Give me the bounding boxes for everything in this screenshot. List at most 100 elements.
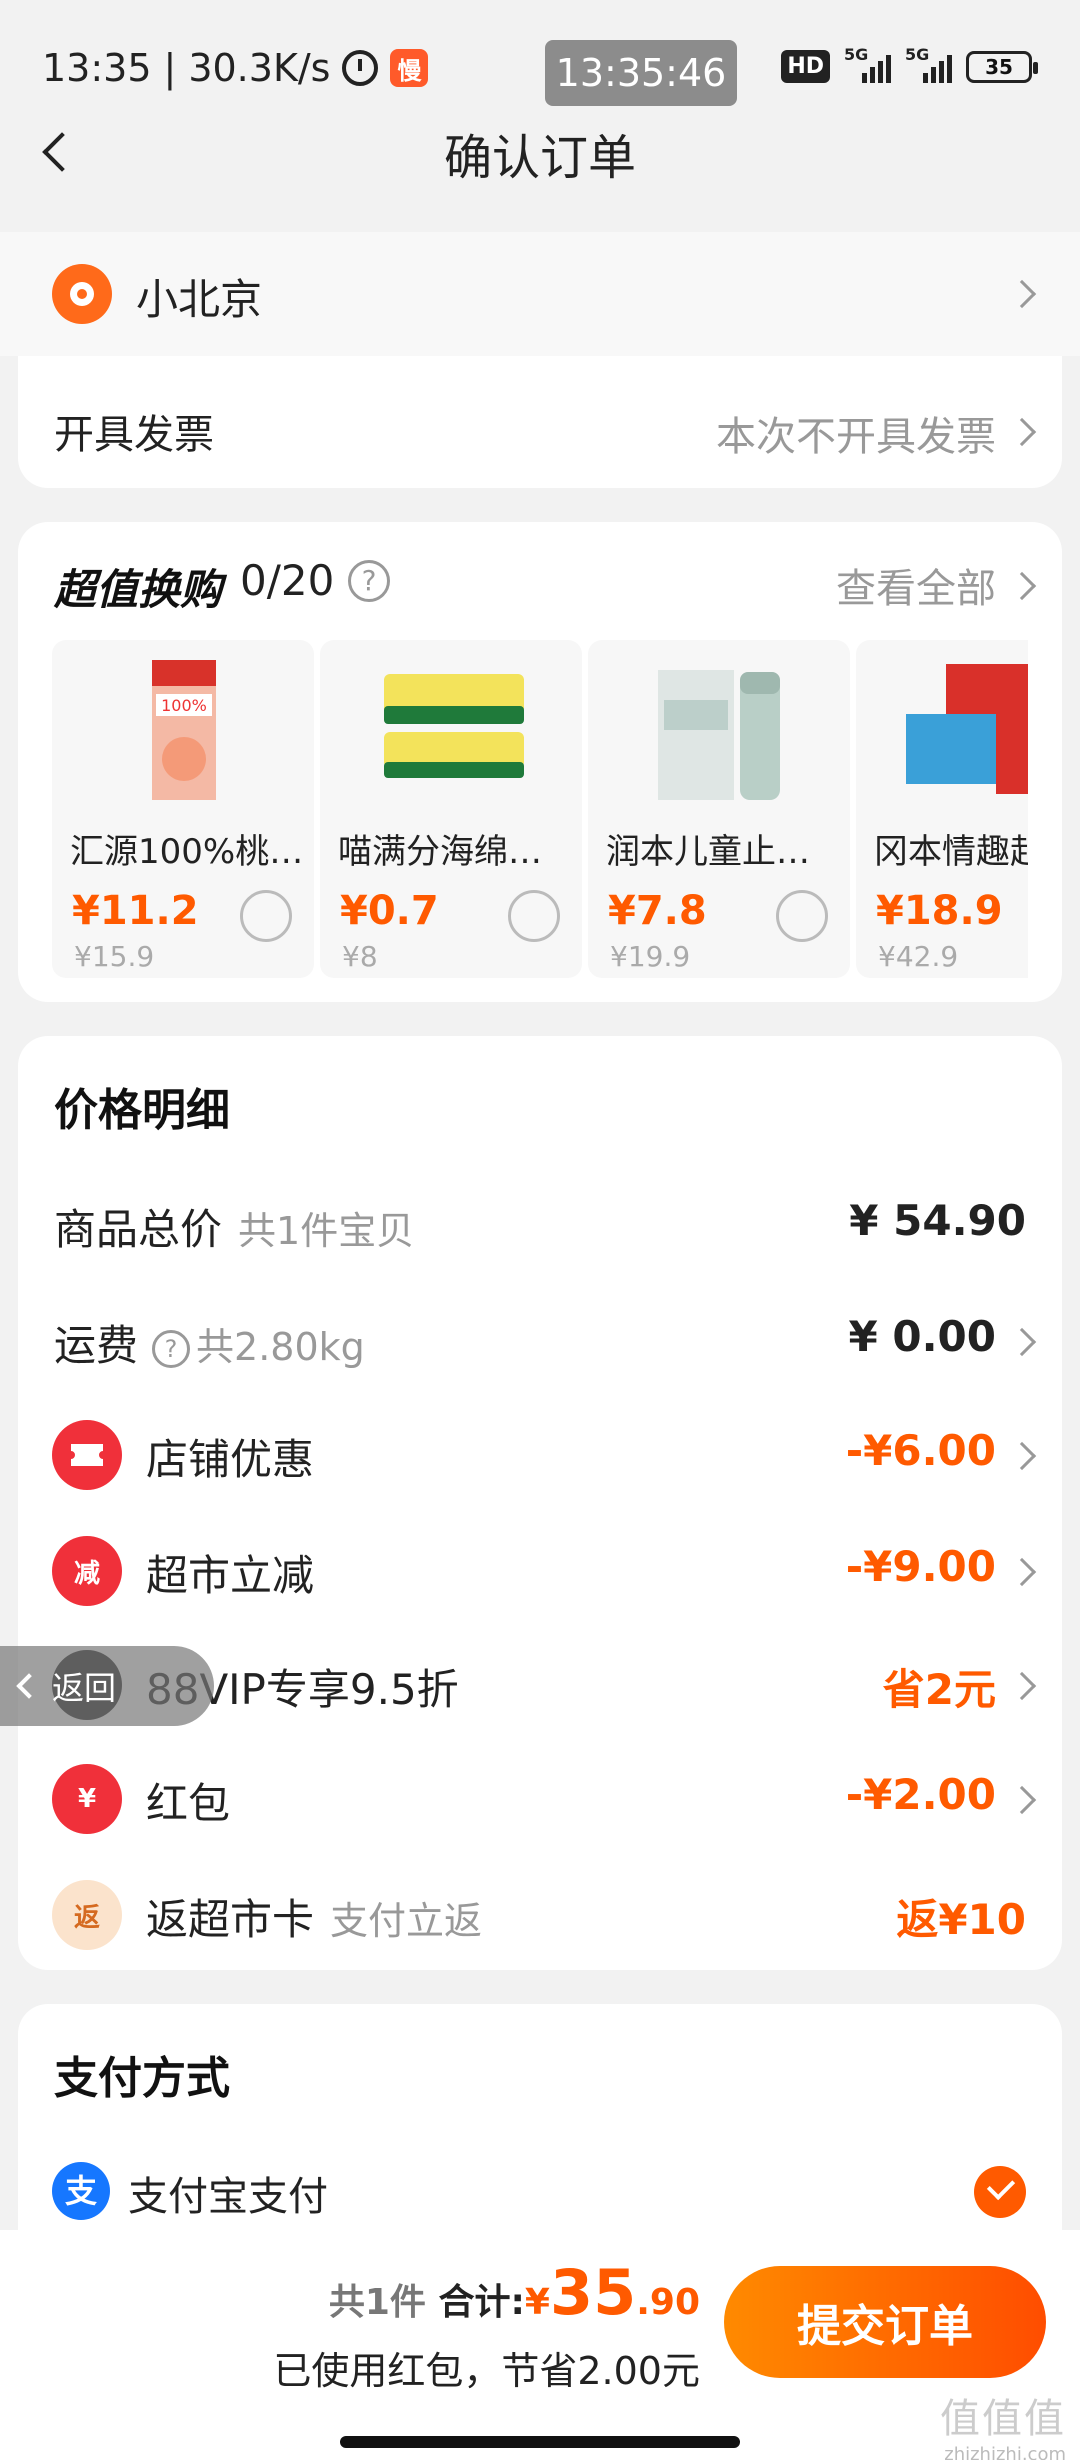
chevron-right-icon [1007, 1671, 1037, 1701]
store-discount-label: 店铺优惠 [146, 1435, 315, 1484]
chevron-right-icon [1007, 279, 1037, 309]
store-discount-row[interactable]: 店铺优惠 -¥6.00 [18, 1414, 1062, 1494]
floating-back-button[interactable]: 返回 [0, 1646, 214, 1726]
clock-overlay: 13:35:46 [545, 40, 737, 106]
red-packet-row[interactable]: ¥ 红包 -¥2.00 [18, 1758, 1062, 1838]
see-all-link[interactable]: 查看全部 [836, 556, 996, 614]
deal-item-price: ¥0.7 [340, 888, 439, 934]
help-icon[interactable]: ? [152, 1329, 191, 1368]
status-right: HD 5G 5G 35 [781, 45, 1038, 83]
market-cut-row[interactable]: 减 超市立减 -¥9.00 [18, 1530, 1062, 1610]
page-title: 确认订单 [443, 130, 636, 186]
chevron-right-icon [1007, 571, 1037, 601]
deal-item-original-price: ¥15.9 [74, 940, 155, 973]
alipay-icon: 支 [52, 2162, 110, 2220]
deal-item[interactable]: 喵满分海绵… ¥0.7 ¥8 [320, 640, 582, 978]
juice-box-icon: 100% [92, 654, 272, 804]
goods-total-label: 商品总价 [54, 1205, 223, 1254]
product-box-icon [896, 654, 1028, 804]
price-detail-card: 价格明细 商品总价 共1件宝贝 ¥ 54.90 运费? 共2.80kg ¥ 0.00… [18, 1036, 1062, 1970]
deal-item-name: 冈本情趣起 [874, 832, 1028, 872]
deal-item[interactable]: 100% 汇源100%桃… ¥11.2 ¥15.9 [52, 640, 314, 978]
chevron-right-icon [1007, 1441, 1037, 1471]
total-label: 合计: [438, 2282, 525, 2323]
deal-item-name: 喵满分海绵… [338, 832, 542, 872]
help-icon[interactable]: ? [348, 560, 390, 602]
address-card: 小北京 开具发票 本次不开具发票 [0, 232, 1080, 488]
red-packet-icon: ¥ [52, 1764, 122, 1834]
order-total: 共1件 合计:¥35.90 [329, 2256, 700, 2329]
status-time: 13:35 [42, 46, 152, 90]
saving-note: 已使用红包，节省2.00元 [273, 2349, 700, 2393]
chevron-right-icon [1007, 417, 1037, 447]
deal-item-price: ¥7.8 [608, 888, 707, 934]
signal-icon-2: 5G [905, 45, 952, 83]
bottom-bar: 共1件 合计:¥35.90 已使用红包，节省2.00元 提交订单 [0, 2230, 1080, 2460]
battery-icon: 35 [966, 50, 1038, 83]
total-decimal: .90 [636, 2282, 700, 2323]
app-badge-icon: 慢 [390, 49, 429, 87]
location-pin-icon [52, 264, 112, 324]
deal-item-name: 汇源100%桃… [70, 832, 304, 872]
cashback-icon: 返 [52, 1880, 122, 1950]
payment-method-label: 支付宝支付 [128, 2174, 328, 2220]
shipping-label: 运费 [54, 1321, 139, 1370]
sponge-icon [360, 654, 540, 804]
cashback-value: 返¥10 [896, 1895, 1026, 1944]
payment-selected-checkbox[interactable] [974, 2166, 1026, 2218]
total-integer: 35 [549, 2256, 637, 2329]
deal-item-name: 润本儿童止… [606, 832, 810, 872]
coupon-icon [52, 1420, 122, 1490]
market-cut-value: -¥9.00 [845, 1542, 996, 1591]
hd-icon: HD [781, 50, 830, 83]
chevron-right-icon [1007, 1785, 1037, 1815]
cashback-row: 返 返超市卡 支付立返 返¥10 [18, 1874, 1062, 1954]
red-packet-value: -¥2.00 [845, 1770, 996, 1819]
item-count: 共1件 [328, 2282, 426, 2323]
red-packet-label: 红包 [146, 1779, 231, 1828]
deal-item[interactable]: 润本儿童止… ¥7.8 ¥19.9 [588, 640, 850, 978]
price-detail-title: 价格明细 [54, 1085, 230, 1136]
market-cut-label: 超市立减 [146, 1551, 315, 1600]
shipping-row[interactable]: 运费? 共2.80kg ¥ 0.00 [18, 1300, 1062, 1380]
deal-products: 100% 汇源100%桃… ¥11.2 ¥15.9 喵满分海绵… ¥0.7 ¥8 [52, 640, 1028, 978]
select-checkbox[interactable] [508, 890, 560, 942]
svg-text:100%: 100% [161, 696, 207, 715]
chevron-right-icon [1007, 1557, 1037, 1587]
deal-item-price: ¥11.2 [72, 888, 199, 934]
deals-card: 超值换购 0/20 ? 查看全部 100% 汇源100%桃… ¥11.2 ¥15… [18, 522, 1062, 1002]
balm-stick-icon [628, 654, 808, 804]
deals-title: 超值换购 [54, 565, 223, 614]
status-left: 13:35 | 30.3K/s 慢 [42, 46, 429, 90]
floating-back-label: 返回 [52, 1669, 117, 1707]
payment-title: 支付方式 [54, 2053, 230, 2104]
cashback-sub: 支付立返 [330, 1899, 483, 1943]
select-checkbox[interactable] [240, 890, 292, 942]
alarm-icon [342, 50, 379, 86]
invoice-label: 开具发票 [54, 412, 214, 458]
vip-value: 省2元 [882, 1665, 996, 1714]
deal-item-original-price: ¥8 [342, 940, 378, 973]
deal-item-original-price: ¥42.9 [878, 940, 959, 973]
signal-icon: 5G [844, 45, 891, 83]
discount-icon: 减 [52, 1536, 122, 1606]
home-indicator[interactable] [340, 2436, 740, 2448]
submit-order-button[interactable]: 提交订单 [724, 2266, 1046, 2378]
chevron-left-icon [16, 1673, 42, 1699]
chevron-right-icon [1007, 1327, 1037, 1357]
goods-total-sub: 共1件宝贝 [238, 1209, 415, 1253]
store-discount-value: -¥6.00 [845, 1426, 996, 1475]
address-row[interactable]: 小北京 [0, 232, 1080, 356]
total-currency: ¥ [524, 2282, 550, 2323]
select-checkbox[interactable] [776, 890, 828, 942]
goods-total-value: ¥ 54.90 [849, 1196, 1026, 1245]
shipping-value: ¥ 0.00 [848, 1312, 996, 1361]
deal-item-price: ¥18.9 [876, 888, 1003, 934]
net-speed: 30.3K/s [188, 46, 331, 90]
deal-item[interactable]: 冈本情趣起 ¥18.9 ¥42.9 [856, 640, 1028, 978]
deal-item-original-price: ¥19.9 [610, 940, 691, 973]
address-name: 小北京 [136, 275, 263, 324]
cashback-label: 返超市卡 [146, 1895, 315, 1944]
invoice-value: 本次不开具发票 [716, 414, 996, 460]
watermark: 值值值 zhizhizhi.com [940, 2396, 1066, 2460]
